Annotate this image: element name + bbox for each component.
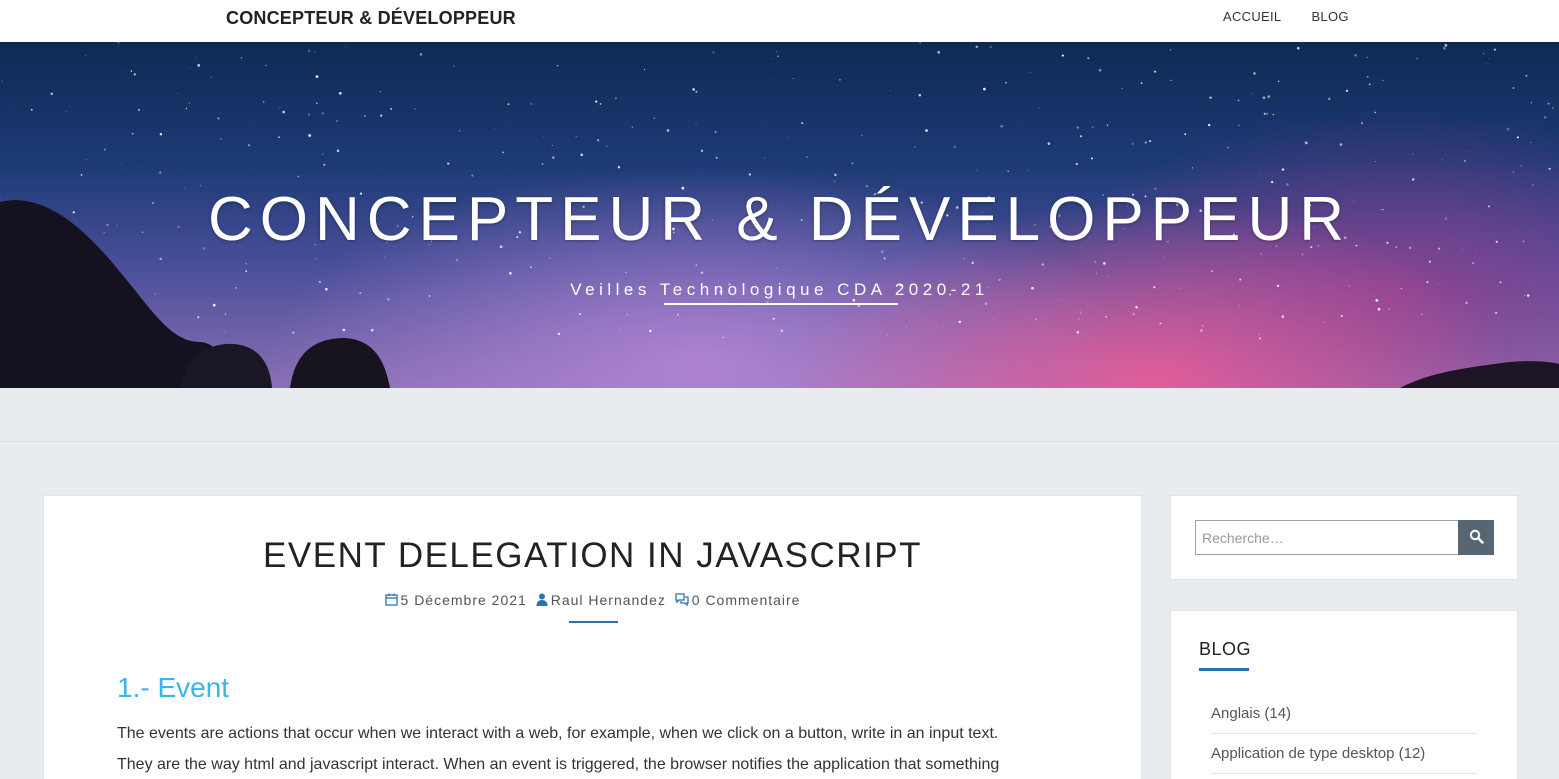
article-card: EVENT DELEGATION IN JAVASCRIPT 5 Décembr… <box>43 495 1142 779</box>
category-divider <box>1211 733 1477 734</box>
hero-banner: CONCEPTEUR & DÉVELOPPEUR Veilles Technol… <box>0 42 1559 388</box>
comments-icon <box>675 593 689 609</box>
top-navbar: CONCEPTEUR & DÉVELOPPEUR ACCUEIL BLOG <box>0 0 1559 42</box>
paragraph-line: They are the way html and javascript int… <box>117 756 1000 773</box>
main-nav: ACCUEIL BLOG <box>1223 9 1349 24</box>
hero-title: CONCEPTEUR & DÉVELOPPEUR <box>208 185 1351 254</box>
widget-title: BLOG <box>1199 639 1252 659</box>
meta-underline <box>569 621 618 623</box>
category-link-anglais[interactable]: Anglais (14) <box>1211 705 1477 722</box>
post-meta: 5 Décembre 2021 Raul Hernandez 0 Comment… <box>44 592 1141 609</box>
section-divider <box>0 441 1559 442</box>
nav-item-accueil[interactable]: ACCUEIL <box>1223 9 1281 24</box>
search-widget <box>1170 495 1518 580</box>
post-comments-link[interactable]: 0 Commentaire <box>692 592 801 608</box>
post-author-link[interactable]: Raul Hernandez <box>551 592 666 608</box>
section-heading: 1.- Event <box>117 672 230 703</box>
search-icon <box>1469 529 1484 547</box>
hero-divider <box>664 303 898 305</box>
post-paragraph: The events are actions that occur when w… <box>117 718 1087 779</box>
hero-subtitle: Veilles Technologique CDA 2020-21 <box>570 280 989 299</box>
paragraph-line: The events are actions that occur when w… <box>117 725 999 742</box>
widget-title-underline <box>1199 668 1249 671</box>
site-brand-link[interactable]: CONCEPTEUR & DÉVELOPPEUR <box>226 8 516 29</box>
nav-item-blog[interactable]: BLOG <box>1311 9 1348 24</box>
calendar-icon <box>384 593 398 609</box>
blog-categories-widget: BLOG Anglais (14) Application de type de… <box>1170 610 1518 779</box>
post-date-link[interactable]: 5 Décembre 2021 <box>401 592 527 608</box>
post-title: EVENT DELEGATION IN JAVASCRIPT <box>263 536 922 575</box>
search-input[interactable] <box>1195 520 1459 555</box>
category-divider <box>1211 773 1477 774</box>
user-icon <box>536 593 548 609</box>
search-button[interactable] <box>1458 520 1494 555</box>
category-link-desktop[interactable]: Application de type desktop (12) <box>1211 745 1477 762</box>
